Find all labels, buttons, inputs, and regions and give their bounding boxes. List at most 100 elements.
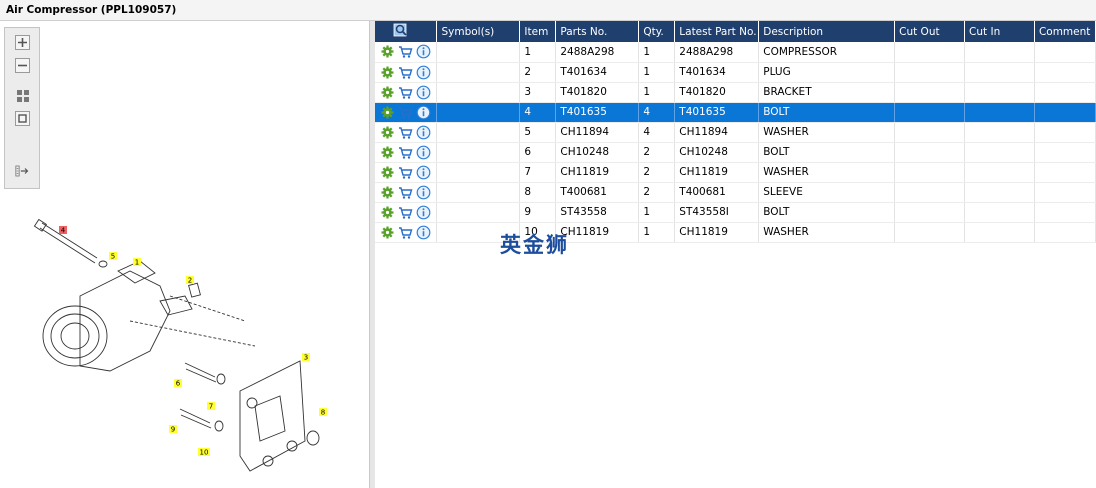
table-row[interactable]: 3 T401820 1 T401820 BRACKET bbox=[375, 82, 1096, 103]
col-symbols[interactable]: Symbol(s) bbox=[436, 21, 521, 42]
qty-cell: 2 bbox=[638, 182, 676, 203]
latest-part-no-cell: T401820 bbox=[674, 82, 760, 103]
part-no-cell: ST43558 bbox=[555, 202, 640, 223]
settings-gear-icon[interactable] bbox=[380, 125, 395, 140]
fit-grid-icon[interactable] bbox=[15, 88, 30, 103]
col-description[interactable]: Description bbox=[758, 21, 896, 42]
add-to-cart-icon[interactable] bbox=[398, 105, 413, 120]
col-parts-no[interactable]: Parts No. bbox=[555, 21, 640, 42]
callout-5[interactable]: 5 bbox=[109, 252, 117, 261]
settings-gear-icon[interactable] bbox=[380, 145, 395, 160]
callout-8[interactable]: 8 bbox=[319, 408, 327, 417]
table-row[interactable]: 4 T401635 4 T401635 BOLT bbox=[375, 102, 1096, 123]
row-actions bbox=[375, 162, 438, 183]
settings-gear-icon[interactable] bbox=[380, 165, 395, 180]
col-comment[interactable]: Comment bbox=[1034, 21, 1096, 42]
add-to-cart-icon[interactable] bbox=[398, 125, 413, 140]
description-cell: SLEEVE bbox=[758, 182, 896, 203]
info-icon[interactable] bbox=[416, 145, 431, 160]
callout-4[interactable]: 4 bbox=[59, 226, 67, 235]
callout-3[interactable]: 3 bbox=[302, 353, 310, 362]
callout-9[interactable]: 9 bbox=[169, 425, 177, 434]
zoom-in-icon[interactable] bbox=[15, 35, 30, 50]
symbols-cell bbox=[436, 122, 521, 143]
latest-part-no-cell: 2488A298 bbox=[674, 42, 760, 63]
add-to-cart-icon[interactable] bbox=[398, 145, 413, 160]
part-no-cell: 2488A298 bbox=[555, 42, 640, 63]
col-latest-part-no[interactable]: Latest Part No. bbox=[674, 21, 760, 42]
search-parts-header[interactable] bbox=[375, 21, 438, 42]
info-icon[interactable] bbox=[416, 125, 431, 140]
settings-gear-icon[interactable] bbox=[380, 85, 395, 100]
cut-in-cell bbox=[964, 182, 1035, 203]
search-icon bbox=[393, 23, 407, 37]
table-row[interactable]: 10 CH11819 1 CH11819 WASHER bbox=[375, 222, 1096, 243]
info-icon[interactable] bbox=[416, 185, 431, 200]
description-cell: WASHER bbox=[758, 162, 896, 183]
cut-in-cell bbox=[964, 162, 1035, 183]
add-to-cart-icon[interactable] bbox=[398, 225, 413, 240]
add-to-cart-icon[interactable] bbox=[398, 165, 413, 180]
col-cut-in[interactable]: Cut In bbox=[964, 21, 1035, 42]
settings-gear-icon[interactable] bbox=[380, 44, 395, 59]
settings-gear-icon[interactable] bbox=[380, 65, 395, 80]
add-to-cart-icon[interactable] bbox=[398, 65, 413, 80]
col-item[interactable]: Item bbox=[519, 21, 557, 42]
callout-6[interactable]: 6 bbox=[174, 379, 182, 388]
table-row[interactable]: 8 T400681 2 T400681 SLEEVE bbox=[375, 182, 1096, 203]
diagram-pane: 4 5 1 2 3 6 7 8 9 10 bbox=[0, 21, 370, 488]
info-icon[interactable] bbox=[416, 105, 431, 120]
info-icon[interactable] bbox=[416, 44, 431, 59]
symbols-cell bbox=[436, 82, 521, 103]
add-to-cart-icon[interactable] bbox=[398, 205, 413, 220]
table-row[interactable]: 2 T401634 1 T401634 PLUG bbox=[375, 62, 1096, 83]
callout-10[interactable]: 10 bbox=[198, 448, 210, 457]
comment-cell bbox=[1034, 102, 1096, 123]
description-cell: WASHER bbox=[758, 122, 896, 143]
table-row[interactable]: 6 CH10248 2 CH10248 BOLT bbox=[375, 142, 1096, 163]
settings-gear-icon[interactable] bbox=[380, 105, 395, 120]
symbols-cell bbox=[436, 42, 521, 63]
zoom-out-icon[interactable] bbox=[15, 58, 30, 73]
col-qty[interactable]: Qty. bbox=[638, 21, 676, 42]
col-cut-out[interactable]: Cut Out bbox=[894, 21, 966, 42]
fit-window-icon[interactable] bbox=[15, 111, 30, 126]
svg-text:2: 2 bbox=[188, 277, 192, 285]
parts-list-pane: Symbol(s) Item Parts No. Qty. Latest Par… bbox=[375, 21, 1096, 488]
row-actions bbox=[375, 202, 438, 223]
cut-in-cell bbox=[964, 42, 1035, 63]
item-cell: 5 bbox=[519, 122, 557, 143]
add-to-cart-icon[interactable] bbox=[398, 85, 413, 100]
callout-1[interactable]: 1 bbox=[133, 258, 141, 267]
table-row[interactable]: 1 2488A298 1 2488A298 COMPRESSOR bbox=[375, 42, 1096, 63]
settings-gear-icon[interactable] bbox=[380, 205, 395, 220]
qty-cell: 4 bbox=[638, 102, 676, 123]
add-to-cart-icon[interactable] bbox=[398, 185, 413, 200]
comment-cell bbox=[1034, 62, 1096, 83]
item-cell: 9 bbox=[519, 202, 557, 223]
info-icon[interactable] bbox=[416, 165, 431, 180]
add-to-cart-icon[interactable] bbox=[398, 44, 413, 59]
parts-table: Symbol(s) Item Parts No. Qty. Latest Par… bbox=[375, 21, 1096, 243]
cut-out-cell bbox=[894, 202, 966, 223]
qty-cell: 1 bbox=[638, 62, 676, 83]
info-icon[interactable] bbox=[416, 65, 431, 80]
info-icon[interactable] bbox=[416, 205, 431, 220]
symbols-cell bbox=[436, 102, 521, 123]
part-no-cell: T401634 bbox=[555, 62, 640, 83]
table-row[interactable]: 9 ST43558 1 ST43558I BOLT bbox=[375, 202, 1096, 223]
info-icon[interactable] bbox=[416, 225, 431, 240]
settings-gear-icon[interactable] bbox=[380, 225, 395, 240]
row-actions bbox=[375, 82, 438, 103]
callout-2[interactable]: 2 bbox=[186, 276, 194, 285]
callout-7[interactable]: 7 bbox=[207, 402, 215, 411]
export-list-icon[interactable] bbox=[15, 163, 30, 178]
table-row[interactable]: 7 CH11819 2 CH11819 WASHER bbox=[375, 162, 1096, 183]
settings-gear-icon[interactable] bbox=[380, 185, 395, 200]
item-cell: 2 bbox=[519, 62, 557, 83]
table-row[interactable]: 5 CH11894 4 CH11894 WASHER bbox=[375, 122, 1096, 143]
svg-text:1: 1 bbox=[135, 259, 139, 267]
symbols-cell bbox=[436, 202, 521, 223]
info-icon[interactable] bbox=[416, 85, 431, 100]
description-cell: BOLT bbox=[758, 102, 896, 123]
